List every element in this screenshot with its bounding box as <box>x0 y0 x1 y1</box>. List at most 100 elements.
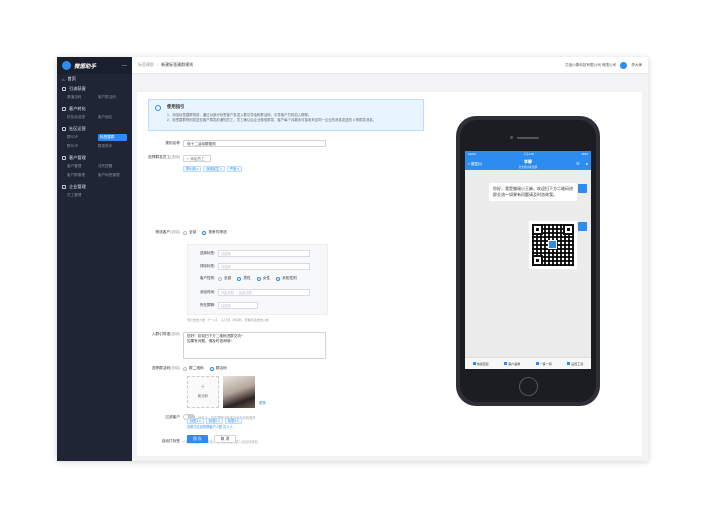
gender-female[interactable]: 女性 <box>256 276 270 281</box>
user-name[interactable]: 李大婶 <box>631 63 642 68</box>
cancel-button[interactable]: 取 消 <box>213 435 237 443</box>
chat-subtitle: 北大附小家长群 <box>518 166 538 169</box>
add-staff-button[interactable]: + 添加员工 <box>183 155 211 162</box>
radio-label: 男性 <box>243 276 251 280</box>
sidebar-item[interactable]: 员工管理 <box>67 192 96 199</box>
radio-checked-icon <box>202 230 207 235</box>
group-chat-input[interactable]: 请选择 <box>218 302 258 309</box>
home-icon: ⌂ <box>62 76 65 82</box>
sidebar-item-label: 首页 <box>67 76 76 81</box>
radio-label: 群活码 <box>215 366 227 370</box>
radio-label: 全部 <box>189 230 197 234</box>
optional-hint: (选填) <box>170 155 180 159</box>
group-icon <box>62 107 66 111</box>
select-tag-input[interactable]: 请选择 <box>218 250 310 257</box>
speaker <box>517 137 539 139</box>
gender-all[interactable]: 全部 <box>218 276 231 281</box>
staff-tag[interactable]: 张伟民生 × <box>203 166 225 172</box>
tip-title: 使用指引 <box>167 104 185 109</box>
sidebar-group-customer: 客户管理 客户管理 流失提醒 客户群管理 客户标签管理 <box>57 153 132 179</box>
code-image-thumbnail[interactable] <box>223 376 255 408</box>
auto-tag[interactable]: 标签3 × <box>224 418 242 424</box>
exclude-tag-input[interactable]: 请选择 <box>218 263 310 270</box>
camera-icon <box>510 136 513 139</box>
logo-icon <box>62 61 71 70</box>
filter-note: 预计发送人数 【*一人】 【人员】 时间时，查看筛选发送人数 <box>187 318 269 322</box>
radio-checked-icon <box>276 276 281 281</box>
sidebar-item[interactable]: 群SOP <box>67 143 96 150</box>
sidebar-group-title[interactable]: 引流获客 <box>62 84 127 94</box>
sidebar-group-community: 社区运营 群SOP 标签建群 群SOP 群发助手 <box>57 124 132 150</box>
company-switcher[interactable]: 艾迪小秦科技有限公司 有限公司 <box>565 63 616 68</box>
qr-corner <box>532 224 543 235</box>
staff-tag[interactable]: 严旭 × <box>226 166 242 172</box>
sidebar-group-conversion: 客户转化 好友欢迎语 客户朋友 <box>57 104 132 121</box>
filter-option-condition[interactable]: 按条件筛选 <box>202 230 227 235</box>
sidebar-item[interactable]: 群SOP <box>67 134 96 141</box>
sidebar-item[interactable]: 客户标签管理 <box>98 172 127 179</box>
guide-label: 入群引导语(选填) <box>137 332 183 337</box>
info-icon <box>155 105 161 111</box>
code-option-live[interactable]: 群活码 <box>209 366 227 371</box>
group-title-label: 客户转化 <box>69 106 86 111</box>
group-icon <box>62 127 66 131</box>
sidebar-item-home[interactable]: ⌂ 首页 <box>57 74 132 84</box>
sidebar-item[interactable]: 群发助手 <box>98 143 127 150</box>
sidebar-item[interactable]: 客户群管理 <box>67 172 96 179</box>
radio-checked-icon <box>237 276 242 281</box>
plus-icon: + <box>200 382 206 391</box>
phone-screen: Sketch 下午2:38 100% < 微盟(0) 李静 北大附小家长群 ☰ … <box>465 151 591 369</box>
date-range-picker[interactable]: 开始日期 → 结束日期 <box>218 289 310 296</box>
breadcrumb-current: 新建标签建群规则 <box>161 62 194 67</box>
change-code-link[interactable]: 更换 <box>259 400 266 405</box>
radio-label: 群二维码 <box>189 366 204 370</box>
staff-tag[interactable]: 李小明 × <box>183 166 202 172</box>
auto-tag[interactable]: 标签1 × <box>187 418 204 424</box>
group-title-label: 引流获客 <box>69 86 86 91</box>
tip-line: 2、标签建群规则发送至客户群发前通知员工，员工确认后企业微信群发，客户每个月最多… <box>167 118 377 122</box>
sidebar-item[interactable]: 好友欢迎语 <box>67 114 96 121</box>
sidebar-item[interactable]: 客户朋友 <box>98 114 127 121</box>
top-bar: 标签建群 / 新建标签建群规则 艾迪小秦科技有限公司 有限公司 李大婶 <box>132 57 648 74</box>
rule-name-row: 规则名称 双十二活动群规则 <box>137 140 326 147</box>
save-button[interactable]: 保 存 <box>187 435 208 443</box>
sidebar-item[interactable]: 流失提醒 <box>98 163 127 170</box>
radio-checked-icon <box>256 276 261 281</box>
filter-customer-count-link[interactable]: 查看已过滤的群客户人数 共 0 人 <box>187 424 233 429</box>
optional-hint: (选填) <box>170 230 180 234</box>
avatar[interactable] <box>620 61 628 69</box>
chat-title: 李静 北大附小家长群 <box>465 159 591 169</box>
phone-preview: Sketch 下午2:38 100% < 微盟(0) 李静 北大附小家长群 ☰ … <box>456 116 600 406</box>
filter-option-all[interactable]: 全部 <box>183 230 196 235</box>
new-code-upload[interactable]: + 新活码 <box>187 376 219 408</box>
code-option-qr[interactable]: 群二维码 <box>183 366 204 371</box>
sidebar-item[interactable]: 客户群活码 <box>98 94 127 101</box>
breadcrumb-parent[interactable]: 标签建群 <box>138 62 154 67</box>
toolbar-item: 快捷回复 <box>473 362 489 366</box>
auto-tag[interactable]: 标签2 × <box>205 418 223 424</box>
filter-customer-label: 过滤客户 <box>165 414 180 419</box>
app-name: 微盟助手 <box>74 63 97 70</box>
sidebar-item[interactable]: 客户管理 <box>67 163 96 170</box>
breadcrumb: 标签建群 / 新建标签建群规则 <box>138 62 194 67</box>
code-row: 选择群活码(选填) 群二维码 群活码 <box>137 366 233 371</box>
guide-textarea[interactable]: 您好！欢迎扫下方二维码进群交流~ 如果有问题，请及时咨询哦！ <box>183 332 326 359</box>
gender-unknown[interactable]: 未知性别 <box>276 276 297 281</box>
staff-tags: 李小明 × 张伟民生 × 严旭 × <box>183 166 244 172</box>
qr-corner <box>532 255 543 266</box>
phone-body: Sketch 下午2:38 100% < 微盟(0) 李静 北大附小家长群 ☰ … <box>460 120 596 402</box>
sidebar-item[interactable]: 渠道活码 <box>67 94 96 101</box>
gender-male[interactable]: 男性 <box>237 276 251 281</box>
sidebar-group-title[interactable]: 客户管理 <box>62 153 127 163</box>
new-code-label: 新活码 <box>197 394 209 398</box>
filter-field-label: 排除标签: <box>200 263 215 268</box>
sidebar-group-title[interactable]: 社区运营 <box>62 124 127 134</box>
logo-bar: 微盟助手 <box>57 57 132 74</box>
sidebar-group-title[interactable]: 客户转化 <box>62 104 127 114</box>
collapse-icon[interactable] <box>122 65 127 66</box>
sidebar-item-active[interactable]: 标签建群 <box>98 134 127 141</box>
staff-label: 选择群发员工(选填) <box>137 155 183 160</box>
group-chat-row: 所在群聊: 请选择 <box>188 302 258 309</box>
rule-name-input[interactable]: 双十二活动群规则 <box>183 140 326 147</box>
sidebar-group-title[interactable]: 企业管理 <box>62 182 127 192</box>
